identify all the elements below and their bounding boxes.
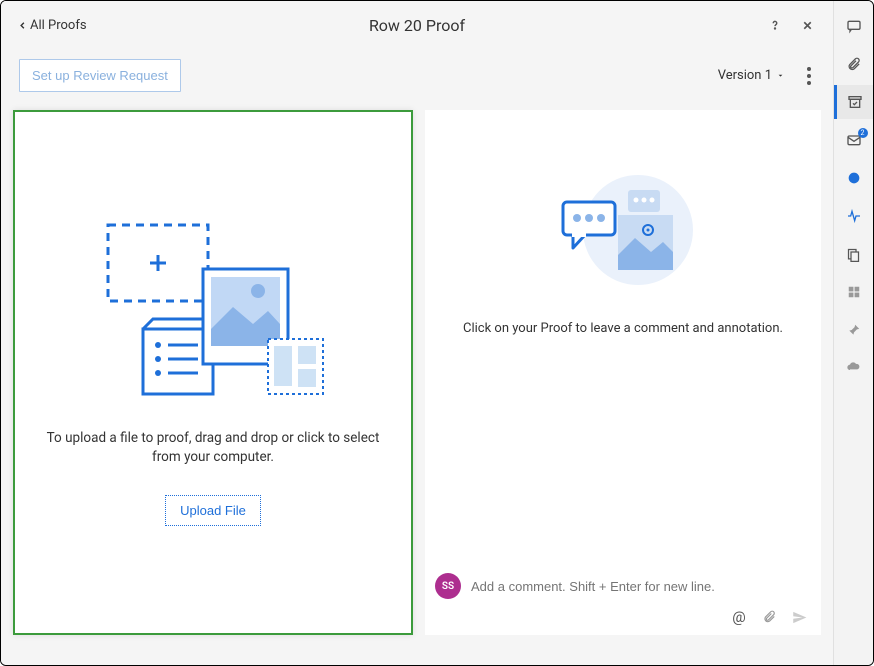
close-button[interactable]: [797, 15, 817, 35]
rail-apps-button[interactable]: [834, 275, 874, 309]
help-icon: [768, 18, 782, 32]
copy-icon: [846, 247, 861, 262]
page-header: All Proofs Row 20 Proof: [1, 1, 833, 49]
rail-attachments-button[interactable]: [834, 47, 874, 81]
paperclip-icon: [846, 57, 861, 72]
send-button[interactable]: [789, 607, 809, 627]
rail-comments-button[interactable]: [834, 9, 874, 43]
comment-panel: Click on your Proof to leave a comment a…: [425, 110, 821, 635]
globe-icon: [846, 170, 862, 186]
comment-illustration: [543, 160, 703, 310]
right-rail: 2: [833, 1, 873, 665]
close-icon: [801, 19, 814, 32]
attach-button[interactable]: [759, 607, 779, 627]
version-label: Version 1: [718, 68, 772, 83]
send-icon: [792, 610, 807, 625]
mention-button[interactable]: @: [729, 607, 749, 627]
cloud-icon: [846, 360, 862, 376]
upload-instructions: To upload a file to proof, drag and drop…: [35, 429, 391, 467]
rail-cloud-button[interactable]: [834, 351, 874, 385]
help-button[interactable]: [765, 15, 785, 35]
back-label: All Proofs: [30, 18, 87, 33]
caret-down-icon: [776, 71, 785, 80]
rail-activity-button[interactable]: [834, 199, 874, 233]
overflow-menu-button[interactable]: [803, 63, 815, 89]
version-dropdown[interactable]: Version 1: [718, 68, 785, 83]
rail-notifications-button[interactable]: 2: [834, 123, 874, 157]
pin-icon: [847, 323, 861, 337]
chevron-left-icon: [17, 20, 28, 31]
paperclip-icon: [762, 610, 776, 624]
comment-input[interactable]: [471, 579, 811, 594]
upload-file-button[interactable]: Upload File: [165, 495, 261, 526]
back-link[interactable]: All Proofs: [17, 18, 87, 33]
rail-copy-button[interactable]: [834, 237, 874, 271]
notification-badge: 2: [858, 128, 868, 138]
page-title: Row 20 Proof: [369, 16, 465, 35]
comment-empty-text: Click on your Proof to leave a comment a…: [463, 320, 783, 338]
chat-icon: [846, 18, 862, 34]
rail-pin-button[interactable]: [834, 313, 874, 347]
grid-icon: [847, 285, 861, 299]
archive-check-icon: [847, 94, 863, 110]
toolbar: Set up Review Request Version 1: [1, 49, 833, 102]
rail-globe-button[interactable]: [834, 161, 874, 195]
avatar: SS: [435, 573, 461, 599]
upload-illustration: [98, 219, 328, 399]
upload-panel[interactable]: To upload a file to proof, drag and drop…: [13, 110, 413, 635]
activity-icon: [846, 208, 862, 224]
setup-review-button[interactable]: Set up Review Request: [19, 59, 181, 92]
rail-proofs-button[interactable]: [834, 85, 874, 119]
